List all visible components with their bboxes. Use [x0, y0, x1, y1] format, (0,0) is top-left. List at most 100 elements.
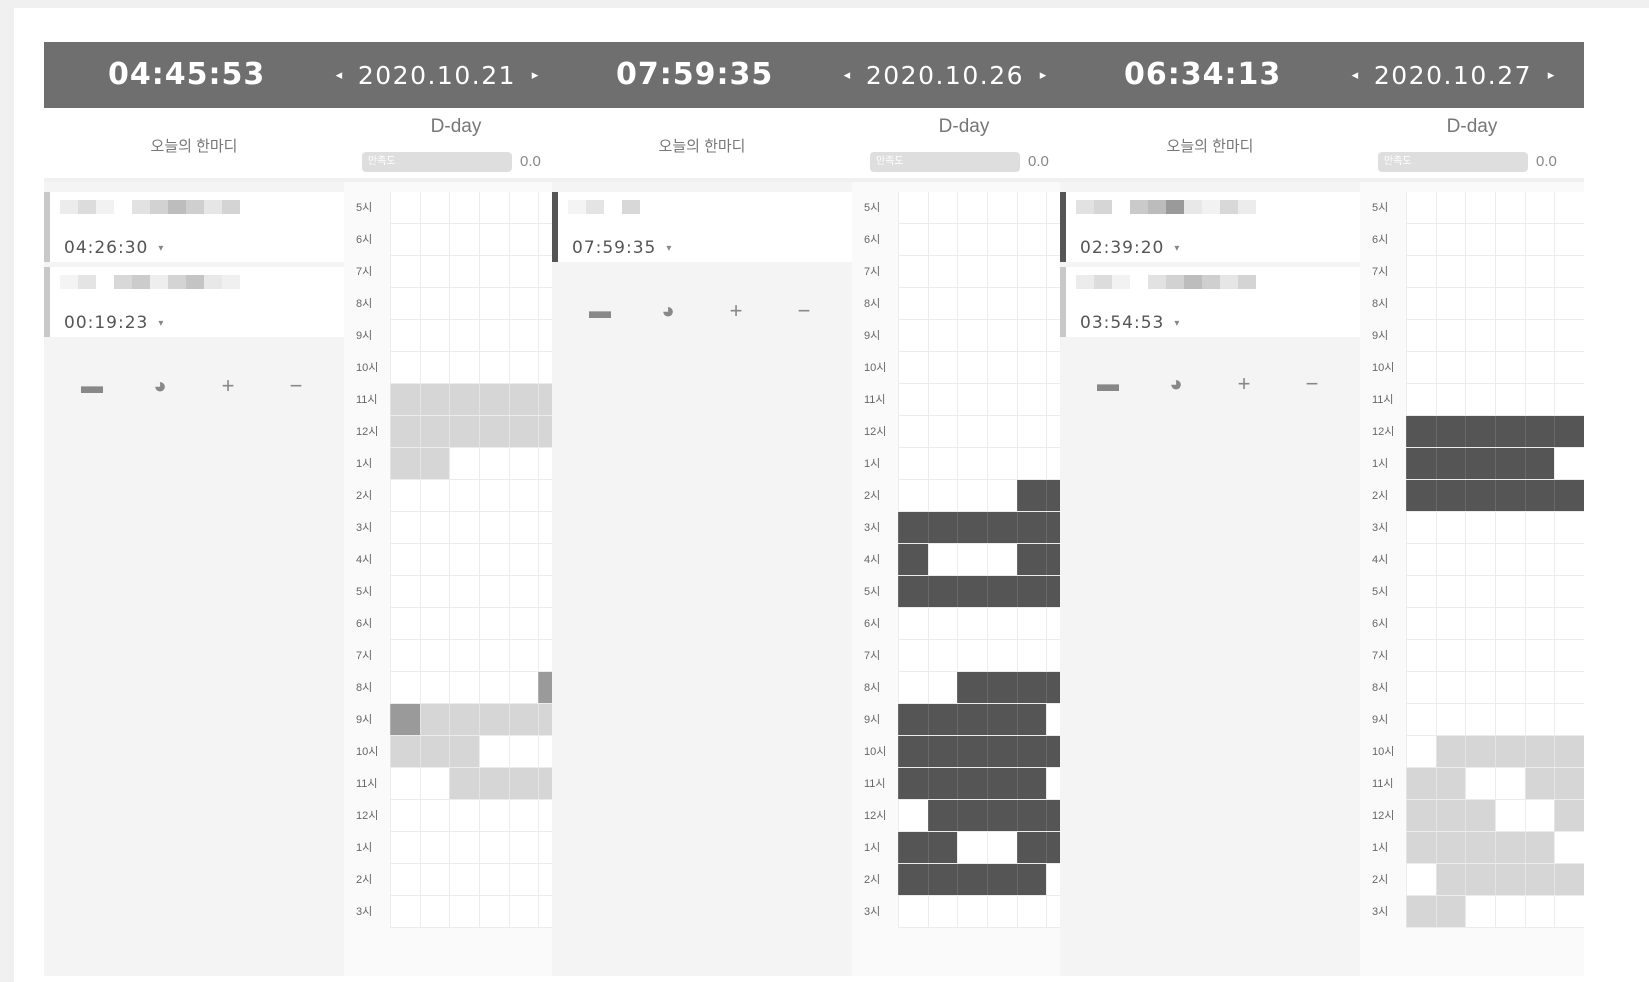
time-cell[interactable]: [1016, 288, 1047, 319]
time-cell[interactable]: [1435, 288, 1466, 319]
time-cell[interactable]: [1016, 256, 1047, 287]
time-cell[interactable]: [1435, 384, 1466, 415]
time-cell[interactable]: [1495, 704, 1525, 735]
time-cell[interactable]: [508, 640, 539, 671]
time-cell[interactable]: [479, 672, 509, 703]
prev-date-icon[interactable]: ◂: [840, 67, 854, 83]
time-cell[interactable]: [1495, 800, 1525, 831]
time-cell[interactable]: [1524, 256, 1555, 287]
task-item[interactable]: 04:26:30 ▾: [44, 192, 344, 262]
time-cell[interactable]: [927, 800, 958, 831]
time-cell[interactable]: [1465, 480, 1496, 511]
time-cell[interactable]: [508, 224, 539, 255]
time-cell[interactable]: [1554, 736, 1585, 767]
time-cell[interactable]: [508, 704, 539, 735]
dday-title[interactable]: D-day: [1360, 116, 1584, 138]
time-cell[interactable]: [1524, 480, 1555, 511]
time-cell[interactable]: [419, 576, 450, 607]
time-cell[interactable]: [1465, 224, 1496, 255]
time-cell[interactable]: [419, 640, 450, 671]
time-cell[interactable]: [479, 256, 509, 287]
time-cell[interactable]: [1495, 864, 1525, 895]
time-cell[interactable]: [927, 832, 958, 863]
time-cell[interactable]: [419, 256, 450, 287]
time-cell[interactable]: [987, 480, 1017, 511]
time-cell[interactable]: [449, 640, 480, 671]
time-cell[interactable]: [479, 448, 509, 479]
time-cell[interactable]: [957, 480, 988, 511]
time-cell[interactable]: [419, 480, 450, 511]
time-cell[interactable]: [1435, 896, 1466, 927]
time-cell[interactable]: [508, 608, 539, 639]
time-cell[interactable]: [1554, 224, 1585, 255]
time-cell[interactable]: [1524, 192, 1555, 223]
time-cell[interactable]: [1524, 704, 1555, 735]
time-cell[interactable]: [898, 704, 928, 735]
time-cell[interactable]: [479, 320, 509, 351]
time-cell[interactable]: [390, 288, 420, 319]
satisfaction-bar[interactable]: 만족도: [1378, 152, 1528, 172]
time-cell[interactable]: [1435, 864, 1466, 895]
time-cell[interactable]: [1406, 544, 1436, 575]
time-cell[interactable]: [957, 704, 988, 735]
time-cell[interactable]: [1495, 640, 1525, 671]
time-cell[interactable]: [987, 320, 1017, 351]
time-cell[interactable]: [1465, 864, 1496, 895]
time-cell[interactable]: [479, 224, 509, 255]
time-cell[interactable]: [479, 608, 509, 639]
time-cell[interactable]: [1406, 288, 1436, 319]
time-cell[interactable]: [449, 224, 480, 255]
time-cell[interactable]: [927, 288, 958, 319]
time-cell[interactable]: [1406, 608, 1436, 639]
time-cell[interactable]: [957, 608, 988, 639]
time-cell[interactable]: [927, 416, 958, 447]
time-cell[interactable]: [1495, 192, 1525, 223]
time-cell[interactable]: [1465, 512, 1496, 543]
time-cell[interactable]: [1406, 224, 1436, 255]
time-cell[interactable]: [1524, 832, 1555, 863]
time-cell[interactable]: [957, 800, 988, 831]
time-cell[interactable]: [1406, 896, 1436, 927]
time-cell[interactable]: [1495, 768, 1525, 799]
time-cell[interactable]: [927, 768, 958, 799]
time-cell[interactable]: [1016, 832, 1047, 863]
time-cell[interactable]: [927, 256, 958, 287]
time-cell[interactable]: [927, 608, 958, 639]
time-cell[interactable]: [1406, 832, 1436, 863]
time-cell[interactable]: [390, 320, 420, 351]
time-cell[interactable]: [1524, 544, 1555, 575]
time-cell[interactable]: [419, 224, 450, 255]
time-cell[interactable]: [1406, 576, 1436, 607]
time-cell[interactable]: [508, 576, 539, 607]
time-cell[interactable]: [1524, 320, 1555, 351]
time-cell[interactable]: [390, 448, 420, 479]
time-cell[interactable]: [1554, 800, 1585, 831]
time-cell[interactable]: [419, 192, 450, 223]
time-cell[interactable]: [1554, 352, 1585, 383]
time-cell[interactable]: [390, 192, 420, 223]
add-button[interactable]: +: [716, 291, 756, 331]
time-cell[interactable]: [390, 480, 420, 511]
prev-date-icon[interactable]: ◂: [332, 67, 346, 83]
time-cell[interactable]: [957, 288, 988, 319]
time-cell[interactable]: [987, 384, 1017, 415]
time-cell[interactable]: [898, 576, 928, 607]
time-cell[interactable]: [1435, 352, 1466, 383]
daily-comment[interactable]: 오늘의 한마디: [552, 112, 852, 182]
next-date-icon[interactable]: ▸: [1036, 67, 1050, 83]
time-cell[interactable]: [957, 224, 988, 255]
time-cell[interactable]: [1435, 192, 1466, 223]
time-cell[interactable]: [1554, 320, 1585, 351]
time-cell[interactable]: [957, 416, 988, 447]
time-cell[interactable]: [1465, 416, 1496, 447]
time-cell[interactable]: [1435, 768, 1466, 799]
time-cell[interactable]: [479, 864, 509, 895]
time-cell[interactable]: [1524, 416, 1555, 447]
time-cell[interactable]: [987, 544, 1017, 575]
time-cell[interactable]: [1465, 320, 1496, 351]
time-cell[interactable]: [1406, 480, 1436, 511]
time-cell[interactable]: [1495, 320, 1525, 351]
time-cell[interactable]: [479, 736, 509, 767]
time-cell[interactable]: [419, 544, 450, 575]
time-cell[interactable]: [1406, 704, 1436, 735]
